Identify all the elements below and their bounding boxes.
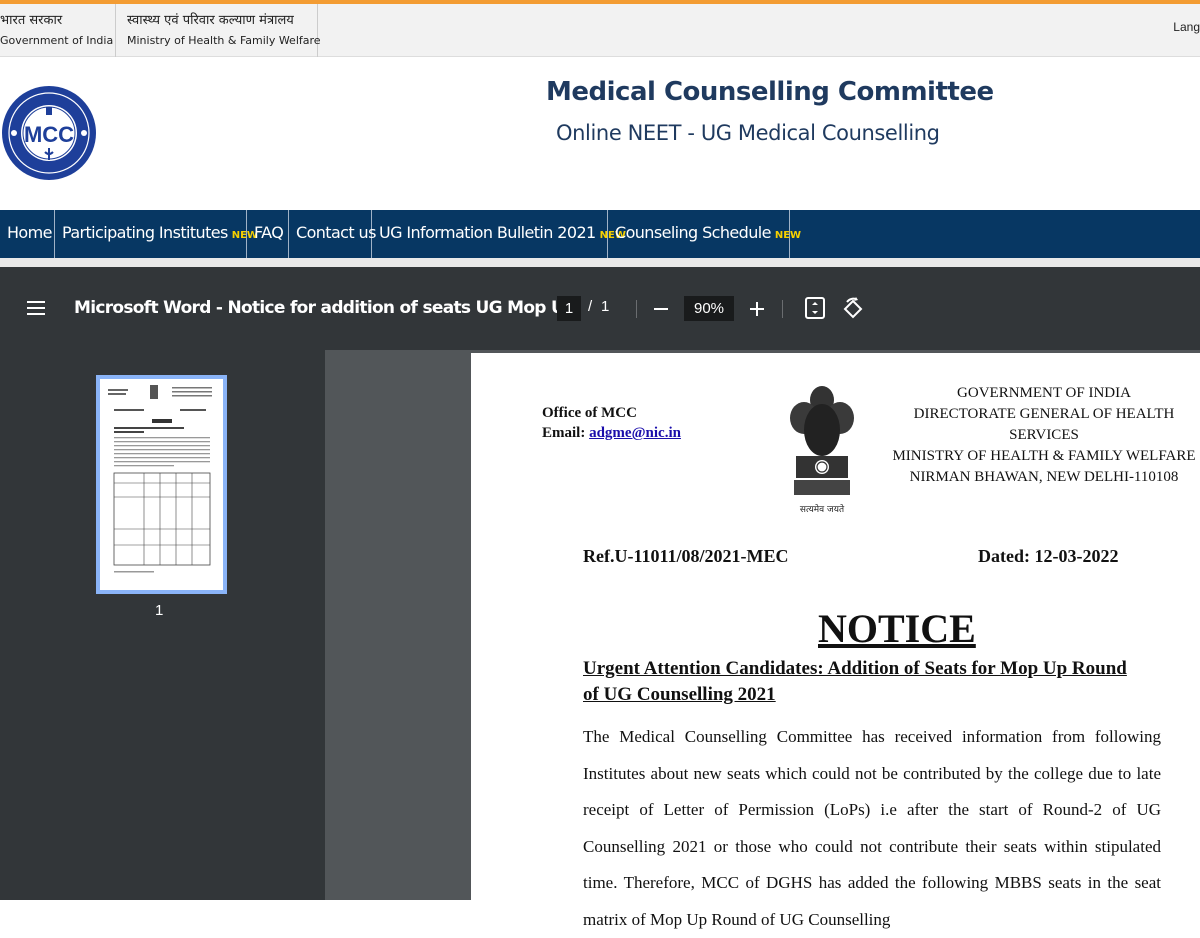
authority-line: DIRECTORATE GENERAL OF HEALTH SERVICES: [913, 406, 1175, 443]
authority-line: NIRMAN BHAWAN, NEW DELHI-110108: [909, 469, 1179, 485]
nav-counseling-schedule[interactable]: Counseling Schedule NEW: [608, 210, 801, 258]
brand-header: MCC Medical Counselling Committee Online…: [0, 57, 1200, 210]
email-label: Email:: [542, 425, 586, 441]
emblem-caption: सत्यमेव जयते: [800, 503, 845, 515]
nav-contact-label: Contact us: [296, 223, 376, 242]
authority-line: MINISTRY OF HEALTH & FAMILY WELFARE: [892, 448, 1196, 464]
ministry-hindi: स्वास्थ्य एवं परिवार कल्याण मंत्रालय: [127, 13, 294, 28]
zoom-out-button[interactable]: [654, 308, 668, 310]
pdf-viewer-area[interactable]: 1 Office of MCC Email: adgme@nic.in सत्य…: [0, 350, 1200, 929]
nav-schedule-label: Counseling Schedule: [615, 223, 771, 242]
current-page-input[interactable]: 1: [557, 296, 581, 321]
issuing-authority: GOVERNMENT OF INDIA DIRECTORATE GENERAL …: [888, 383, 1200, 488]
nav-bulletin-label: UG Information Bulletin 2021: [379, 223, 596, 242]
site-title: Medical Counselling Committee: [546, 77, 994, 107]
ministry-link[interactable]: स्वास्थ्य एवं परिवार कल्याण मंत्रालय Min…: [127, 4, 321, 57]
nav-ug-information-bulletin[interactable]: UG Information Bulletin 2021 NEW: [372, 210, 626, 258]
pdf-document-title: Microsoft Word - Notice for addition of …: [74, 298, 576, 318]
urgent-heading: Urgent Attention Candidates: Addition of…: [583, 658, 1127, 705]
office-email: Email: adgme@nic.in: [542, 425, 681, 442]
nav-home-label: Home: [7, 223, 52, 242]
notice-body: The Medical Counselling Committee has re…: [583, 727, 1161, 929]
reference-number: Ref.U-11011/08/2021-MEC: [583, 546, 789, 566]
pdf-page: Office of MCC Email: adgme@nic.in सत्यमे…: [471, 353, 1200, 929]
nav-home[interactable]: Home: [0, 210, 55, 258]
page-thumbnail[interactable]: [96, 375, 227, 594]
toolbar-divider: [782, 300, 783, 318]
gov-india-link[interactable]: भारत सरकार Government of India: [0, 4, 116, 57]
notice-date: Dated: 12-03-2022: [978, 546, 1119, 566]
thumbnail-preview: [100, 379, 223, 590]
nav-bottom-strip: [0, 258, 1200, 267]
ministry-english: Ministry of Health & Family Welfare: [127, 34, 321, 47]
thumbnail-sidebar: 1: [0, 350, 325, 900]
pdf-toolbar: Microsoft Word - Notice for addition of …: [0, 267, 1200, 350]
office-name: Office of MCC: [542, 405, 637, 421]
fit-to-page-icon[interactable]: [804, 297, 826, 319]
authority-line: GOVERNMENT OF INDIA: [957, 385, 1131, 401]
national-emblem: सत्यमेव जयते: [790, 386, 854, 515]
nav-faq[interactable]: FAQ: [247, 210, 289, 258]
notice-heading: NOTICE: [818, 606, 976, 651]
gov-india-hindi: भारत सरकार: [0, 13, 63, 28]
language-selector[interactable]: Lang: [1173, 20, 1200, 34]
zoom-level-input[interactable]: 90%: [684, 296, 734, 321]
email-link[interactable]: adgme@nic.in: [589, 425, 681, 441]
nav-faq-label: FAQ: [254, 223, 284, 242]
new-badge: NEW: [774, 230, 802, 241]
total-pages: 1: [601, 298, 610, 315]
nav-participating-institutes[interactable]: Participating Institutes NEW: [55, 210, 258, 258]
menu-icon[interactable]: [27, 299, 45, 317]
main-navigation: Home Participating Institutes NEW FAQ Con…: [0, 210, 1200, 258]
nav-participating-label: Participating Institutes: [62, 223, 228, 242]
rotate-icon[interactable]: [842, 297, 864, 319]
toolbar-divider: [636, 300, 637, 318]
nav-contact-us[interactable]: Contact us: [289, 210, 376, 258]
thumbnail-page-number: 1: [155, 602, 164, 619]
page-separator: /: [588, 298, 593, 315]
gov-india-english: Government of India: [0, 34, 114, 47]
site-subtitle: Online NEET - UG Medical Counselling: [556, 121, 940, 145]
government-bar: भारत सरकार Government of India स्वास्थ्य…: [0, 4, 1200, 57]
zoom-in-button[interactable]: [748, 296, 766, 321]
mcc-logo[interactable]: MCC: [0, 70, 98, 196]
logo-text: MCC: [24, 122, 74, 147]
